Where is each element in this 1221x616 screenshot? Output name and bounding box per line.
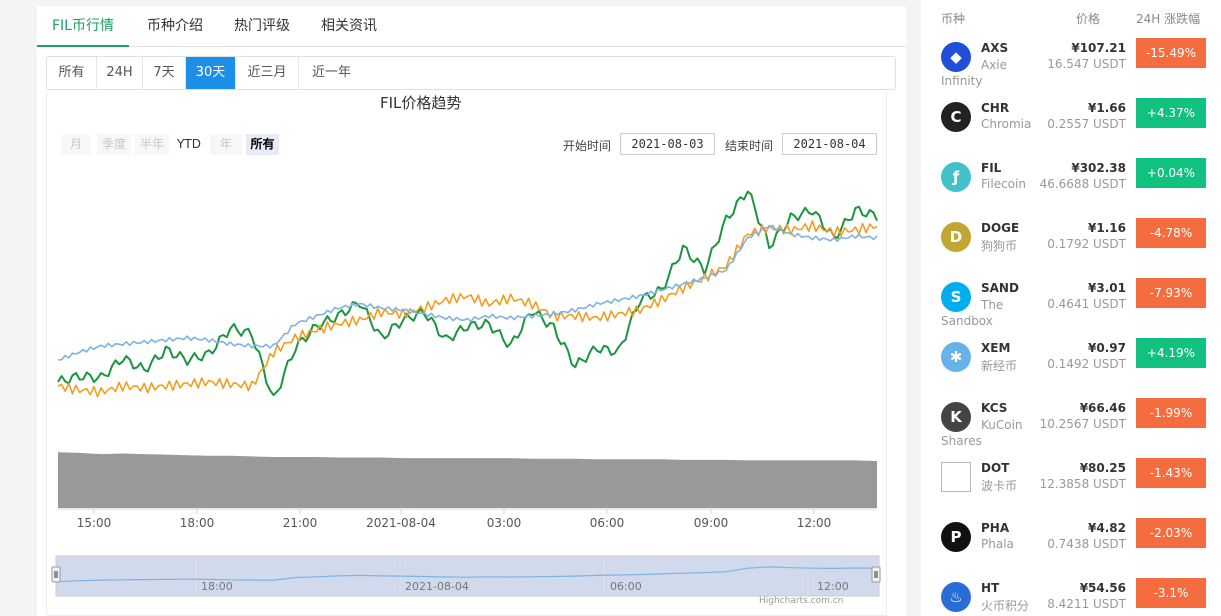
xem-icon: ✱ <box>941 342 971 372</box>
navigator-label: 18:00 <box>201 580 233 593</box>
price-chart <box>51 190 881 597</box>
volume-area <box>58 452 877 508</box>
coin-usdt-price: 0.7438 USDT <box>1047 537 1126 551</box>
coin-price: ¥66.46 <box>1079 401 1126 415</box>
chart-credit-link[interactable]: Highcharts.com.cn <box>759 596 843 606</box>
change-badge: -4.78% <box>1136 218 1206 248</box>
coin-name: 波卡币 <box>981 479 1018 493</box>
coin-usdt-price: 0.4641 USDT <box>1047 297 1126 311</box>
price-series-line <box>57 224 878 361</box>
change-badge: -7.93% <box>1136 278 1206 308</box>
chr-icon: C <box>941 102 971 132</box>
coin-name: 新经币 <box>981 359 1018 373</box>
change-badge: -1.43% <box>1136 458 1206 488</box>
price-header: 价格 <box>1076 12 1101 26</box>
coin-row[interactable]: P PHA Phala ¥4.82 0.7438 USDT -2.03% <box>921 518 1221 578</box>
coin-price: ¥4.82 <box>1088 521 1126 535</box>
change-badge: +0.04% <box>1136 158 1206 188</box>
x-axis-label: 2021-08-04 <box>366 516 436 530</box>
navigator-right-handle[interactable] <box>871 566 881 583</box>
coin-usdt-price: 0.1492 USDT <box>1047 357 1126 371</box>
coin-symbol: DOT <box>981 461 1010 475</box>
coin-usdt-price: 46.6688 USDT <box>1039 177 1126 191</box>
coin-usdt-price: 12.3858 USDT <box>1039 477 1126 491</box>
coin-row[interactable]: ✱ XEM 新经币 ¥0.97 0.1492 USDT +4.19% <box>921 338 1221 398</box>
coin-symbol: FIL <box>981 161 1002 175</box>
coin-usdt-price: 0.2557 USDT <box>1047 117 1126 131</box>
coin-row[interactable]: ƒ FIL Filecoin ¥302.38 46.6688 USDT +0.04% <box>921 158 1221 218</box>
doge-icon: D <box>941 222 971 252</box>
change-badge: +4.19% <box>1136 338 1206 368</box>
dot-broken-image-icon <box>941 462 971 492</box>
coin-symbol: CHR <box>981 101 1010 115</box>
change-header: 24H 涨跌幅 <box>1136 12 1201 26</box>
coin-price: ¥0.97 <box>1088 341 1126 355</box>
coin-sidebar: 币种 价格 24H 涨跌幅 ◆ AXS Axie Infinity ¥107.21 16… <box>921 0 1221 616</box>
coin-price: ¥107.21 <box>1071 41 1126 55</box>
coin-symbol: SAND <box>981 281 1019 295</box>
change-badge: -15.49% <box>1136 38 1206 68</box>
coin-price: ¥302.38 <box>1071 161 1126 175</box>
coin-row[interactable]: K KCS KuCoin Shares ¥66.46 10.2567 USDT -1.99… <box>921 398 1221 458</box>
coin-price: ¥3.01 <box>1088 281 1126 295</box>
coin-usdt-price: 10.2567 USDT <box>1039 417 1126 431</box>
price-series-line <box>57 220 878 398</box>
coin-symbol: XEM <box>981 341 1011 355</box>
x-axis-label: 03:00 <box>486 516 522 530</box>
coin-price: ¥54.56 <box>1079 581 1126 595</box>
coin-row[interactable]: C CHR Chromia ¥1.66 0.2557 USDT +4.37% <box>921 98 1221 158</box>
navigator-label: 06:00 <box>610 580 642 593</box>
coin-name: Filecoin <box>981 177 1026 191</box>
x-axis-label: 15:00 <box>76 516 112 530</box>
coin-row[interactable]: S SAND The Sandbox ¥3.01 0.4641 USDT -7.93% <box>921 278 1221 338</box>
coin-usdt-price: 8.4211 USDT <box>1047 597 1126 611</box>
coin-name: 狗狗币 <box>981 239 1018 253</box>
navigator-left-handle[interactable] <box>51 566 61 583</box>
coin-row[interactable]: DOT 波卡币 ¥80.25 12.3858 USDT -1.43% <box>921 458 1221 518</box>
coin-price: ¥1.16 <box>1088 221 1126 235</box>
ht-icon: ♨ <box>941 582 971 612</box>
coin-name: KuCoin Shares <box>941 418 1023 448</box>
coin-usdt-price: 0.1792 USDT <box>1047 237 1126 251</box>
coin-symbol: PHA <box>981 521 1010 535</box>
coin-name: Phala <box>981 537 1014 551</box>
coin-row[interactable]: D DOGE 狗狗币 ¥1.16 0.1792 USDT -4.78% <box>921 218 1221 278</box>
pha-icon: P <box>941 522 971 552</box>
coin-name: 火币积分 <box>981 599 1030 613</box>
coin-usdt-price: 16.547 USDT <box>1047 57 1126 71</box>
coin-symbol: AXS <box>981 41 1009 55</box>
coin-symbol: KCS <box>981 401 1008 415</box>
change-badge: +4.37% <box>1136 98 1206 128</box>
x-axis-label: 06:00 <box>589 516 625 530</box>
x-axis-label: 09:00 <box>693 516 729 530</box>
coin-symbol: DOGE <box>981 221 1020 235</box>
fil-icon: ƒ <box>941 162 971 192</box>
coin-name: The Sandbox <box>941 298 1004 328</box>
coin-header: 币种 <box>941 12 966 26</box>
x-axis-label: 21:00 <box>282 516 318 530</box>
coin-price: ¥1.66 <box>1088 101 1126 115</box>
coin-name: Axie Infinity <box>941 58 1008 88</box>
coin-name: Chromia <box>981 117 1032 131</box>
coin-symbol: HT <box>981 581 1000 595</box>
navigator-label: 12:00 <box>817 580 849 593</box>
coin-row[interactable]: ♨ HT 火币积分 ¥54.56 8.4211 USDT -3.1% <box>921 578 1221 616</box>
price-series-line <box>57 190 878 396</box>
change-badge: -3.1% <box>1136 578 1206 608</box>
coin-price: ¥80.25 <box>1079 461 1126 475</box>
change-badge: -2.03% <box>1136 518 1206 548</box>
x-axis-label: 18:00 <box>179 516 215 530</box>
change-badge: -1.99% <box>1136 398 1206 428</box>
navigator-label: 2021-08-04 <box>405 580 469 593</box>
x-axis-label: 12:00 <box>796 516 832 530</box>
coin-row[interactable]: ◆ AXS Axie Infinity ¥107.21 16.547 USDT -15.4… <box>921 38 1221 98</box>
